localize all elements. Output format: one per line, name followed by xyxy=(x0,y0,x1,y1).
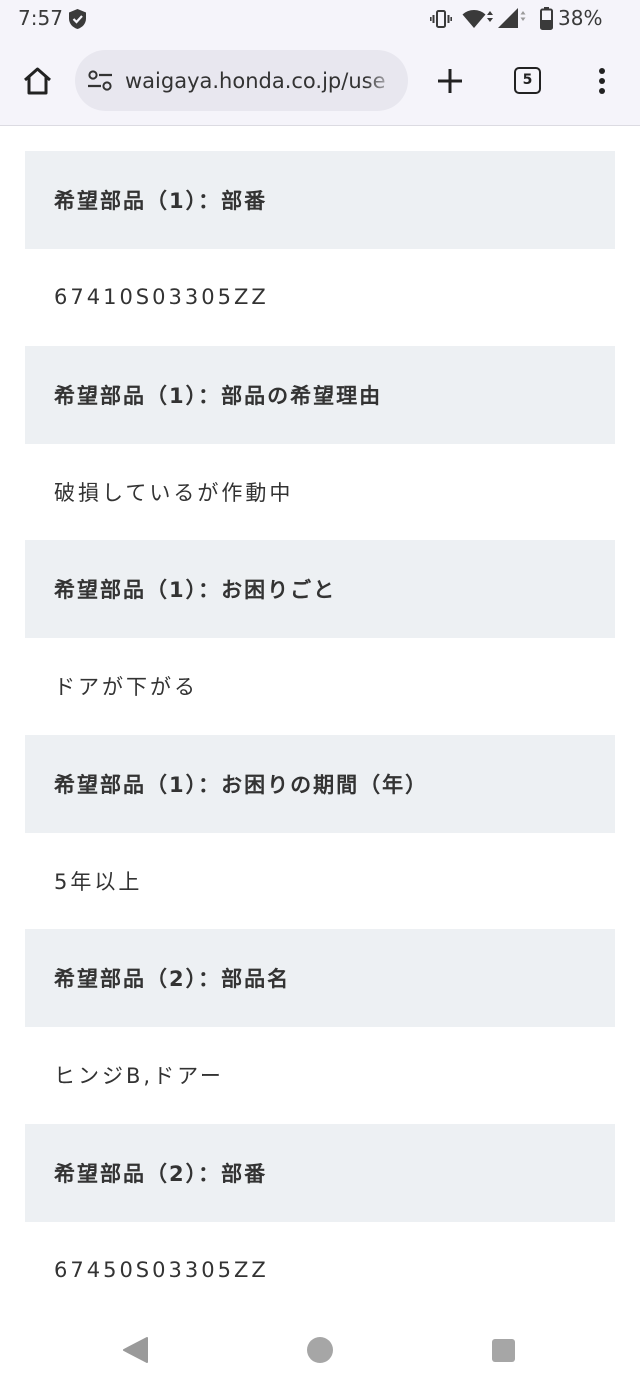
field-label-part1-number: 希望部品（1）：部番 xyxy=(25,151,615,249)
field-label-part1-duration: 希望部品（1）：お困りの期間（年） xyxy=(25,734,615,833)
battery-percent: 38% xyxy=(558,6,603,30)
shield-check-icon xyxy=(69,9,86,29)
back-icon[interactable] xyxy=(120,1335,150,1365)
field-label-part1-problem: 希望部品（1）：お困りごと xyxy=(25,540,615,638)
battery-icon xyxy=(540,7,553,30)
cell-signal-icon xyxy=(498,8,526,28)
home-circle-icon[interactable] xyxy=(306,1336,334,1364)
form-field-list: 希望部品（1）：部番 67410S03305ZZ 希望部品（1）：部品の希望理由… xyxy=(25,151,615,1318)
field-value-part1-duration: 5年以上 xyxy=(54,869,143,894)
field-value-part1-problem: ドアが下がる xyxy=(54,675,198,700)
site-settings-tune-icon[interactable] xyxy=(87,70,113,91)
home-icon[interactable] xyxy=(22,66,53,96)
more-menu-icon[interactable] xyxy=(596,67,608,95)
field-label-part2-number: 希望部品（2）：部番 xyxy=(25,1123,615,1222)
tab-switcher-button[interactable]: 5 xyxy=(514,67,541,94)
vibrate-icon xyxy=(430,10,452,28)
field-value-part2-name: ヒンジB,ドアー xyxy=(54,1064,224,1089)
url-text[interactable]: waigaya.honda.co.jp/use xyxy=(125,68,398,94)
address-bar[interactable]: waigaya.honda.co.jp/use xyxy=(75,50,408,111)
status-time: 7:57 xyxy=(18,6,63,30)
field-value-part2-number: 67450S03305ZZ xyxy=(54,1257,269,1282)
recents-square-icon[interactable] xyxy=(491,1338,516,1363)
browser-toolbar: waigaya.honda.co.jp/use 5 xyxy=(0,38,640,126)
wifi-icon xyxy=(462,10,493,28)
field-value-part1-number: 67410S03305ZZ xyxy=(54,285,269,310)
field-label-part2-name: 希望部品（2）：部品名 xyxy=(25,929,615,1027)
field-value-part1-reason: 破損しているが作動中 xyxy=(54,480,294,505)
field-label-part1-reason: 希望部品（1）：部品の希望理由 xyxy=(25,345,615,444)
system-nav-bar xyxy=(0,1318,640,1387)
status-bar: 7:57 38% xyxy=(0,0,640,38)
new-tab-plus-icon[interactable] xyxy=(436,67,464,95)
